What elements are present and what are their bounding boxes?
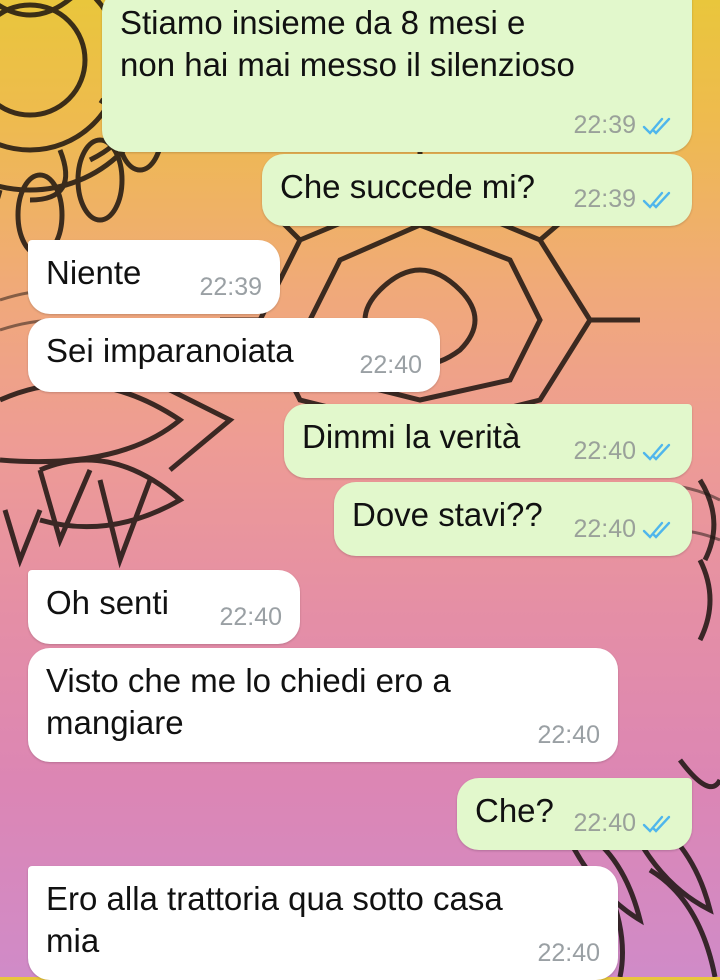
message-text: Visto che me lo chiedi ero a mangiare [46, 662, 451, 741]
message-text: Stiamo insieme da 8 mesi e non hai mai me… [120, 4, 575, 83]
message-timestamp: 22:40 [537, 721, 600, 749]
message-meta: 22:39 [573, 185, 674, 214]
message-text: Dove stavi?? [352, 496, 543, 533]
incoming-message-bubble[interactable]: Niente 22:39 [28, 240, 280, 314]
message-text: Dimmi la verità [302, 418, 521, 455]
incoming-message-bubble[interactable]: Visto che me lo chiedi ero a mangiare 22:4… [28, 648, 618, 762]
message-text: Ero alla trattoria qua sotto casa mia [46, 880, 503, 959]
message-meta: 22:40 [359, 351, 422, 380]
message-timestamp: 22:40 [219, 603, 282, 631]
message-text: Niente [46, 254, 142, 291]
message-meta: 22:39 [199, 273, 262, 302]
message-timestamp: 22:40 [573, 437, 636, 465]
outgoing-message-bubble[interactable]: Che succede mi? 22:39 [262, 154, 692, 226]
message-meta: 22:40 [573, 437, 674, 466]
double-check-icon [642, 815, 671, 833]
outgoing-message-bubble[interactable]: Stiamo insieme da 8 mesi e non hai mai me… [102, 0, 692, 152]
outgoing-message-bubble[interactable]: Dimmi la verità 22:40 [284, 404, 692, 478]
outgoing-message-bubble[interactable]: Che? 22:40 [457, 778, 692, 850]
double-check-icon [642, 521, 671, 539]
incoming-message-bubble[interactable]: Ero alla trattoria qua sotto casa mia 22:4… [28, 866, 618, 980]
message-meta: 22:40 [537, 721, 600, 750]
double-check-icon [642, 191, 671, 209]
message-meta: 22:40 [219, 603, 282, 632]
message-text: Oh senti [46, 584, 169, 621]
message-timestamp: 22:39 [199, 273, 262, 301]
message-timestamp: 22:39 [573, 111, 636, 139]
message-timestamp: 22:40 [573, 515, 636, 543]
outgoing-message-bubble[interactable]: Dove stavi?? 22:40 [334, 482, 692, 556]
message-timestamp: 22:39 [573, 185, 636, 213]
message-timestamp: 22:40 [573, 809, 636, 837]
incoming-message-bubble[interactable]: Sei imparanoiata 22:40 [28, 318, 440, 392]
message-timestamp: 22:40 [359, 351, 422, 379]
message-timestamp: 22:40 [537, 939, 600, 967]
double-check-icon [642, 443, 671, 461]
message-meta: 22:39 [573, 111, 674, 140]
message-meta: 22:40 [573, 809, 674, 838]
incoming-message-bubble[interactable]: Oh senti 22:40 [28, 570, 300, 644]
message-text: Che? [475, 792, 554, 829]
message-meta: 22:40 [573, 515, 674, 544]
double-check-icon [642, 117, 671, 135]
message-text: Che succede mi? [280, 168, 535, 205]
message-meta: 22:40 [537, 939, 600, 968]
message-text: Sei imparanoiata [46, 332, 294, 369]
